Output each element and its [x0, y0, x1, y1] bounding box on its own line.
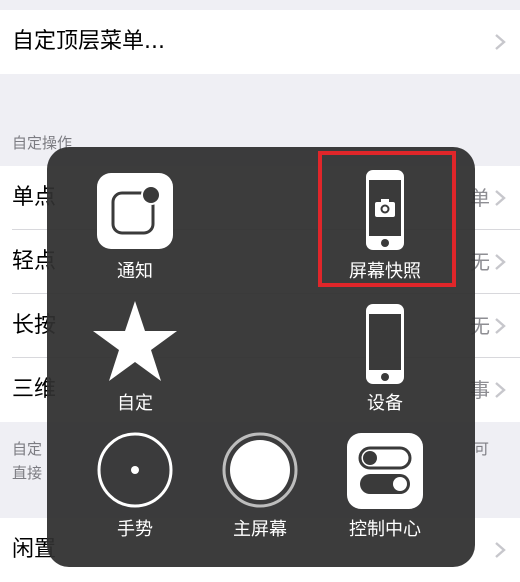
notification-icon [97, 173, 173, 249]
customize-top-menu-row[interactable]: 自定顶层菜单... [0, 10, 520, 74]
footer-text-line2: 直接 [12, 464, 43, 482]
control-center-label: 控制中心 [349, 519, 421, 540]
gesture-button[interactable]: 手势 [75, 429, 195, 549]
device-label: 设备 [367, 393, 403, 414]
chevron-right-icon [495, 254, 506, 270]
gesture-label: 手势 [117, 519, 153, 540]
control-center-button[interactable]: 控制中心 [325, 429, 445, 549]
custom-button[interactable]: 自定 [75, 299, 195, 419]
notification-button[interactable]: 通知 [75, 169, 195, 289]
footer-text-start: 自定 [12, 440, 43, 458]
chevron-right-icon [495, 542, 506, 558]
chevron-right-icon [495, 34, 506, 50]
notification-label: 通知 [117, 261, 153, 282]
home-button-icon [222, 432, 298, 508]
iphone-icon [366, 304, 404, 384]
customize-top-menu-label: 自定顶层菜单... [12, 29, 165, 54]
highlight-box [318, 151, 456, 287]
device-button[interactable]: 设备 [325, 299, 445, 419]
gesture-icon [97, 432, 173, 508]
star-icon [93, 301, 177, 381]
home-label: 主屏幕 [233, 519, 287, 540]
custom-label: 自定 [117, 393, 153, 414]
chevron-right-icon [495, 318, 506, 334]
toggle-switches-icon [347, 433, 423, 509]
chevron-right-icon [495, 382, 506, 398]
footer-text-end: 可 [474, 440, 490, 458]
chevron-right-icon [495, 190, 506, 206]
home-button[interactable]: 主屏幕 [200, 429, 320, 549]
